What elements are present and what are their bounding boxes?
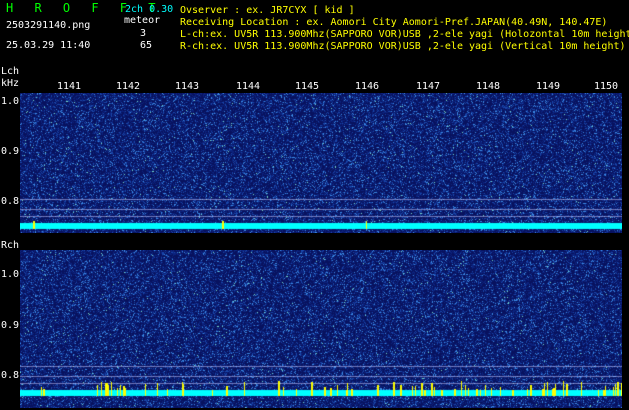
rch-label: Rch bbox=[1, 240, 20, 251]
time-tick: 1148 bbox=[475, 81, 501, 92]
time-tick: 1150 bbox=[593, 81, 619, 92]
filename-label: 2503291140.png bbox=[6, 20, 91, 31]
rch-info-line: R-ch:ex. UV5R 113.900Mhz(SAPPORO VOR)USB… bbox=[180, 41, 626, 52]
time-tick: 1144 bbox=[235, 81, 261, 92]
time-tick: 1141 bbox=[56, 81, 82, 92]
lch-info-line: L-ch:ex. UV5R 113.900Mhz(SAPPORO VOR)USB… bbox=[180, 29, 629, 40]
meteor-label: meteor bbox=[124, 15, 161, 26]
location-line: Receiving Location : ex. Aomori City Aom… bbox=[180, 17, 608, 28]
time-tick: 1142 bbox=[115, 81, 141, 92]
lch-label: Lch bbox=[1, 66, 20, 77]
observer-line: Ovserver : ex. JR7CYX [ kid ] bbox=[180, 5, 355, 16]
rch-ytick: 1.0 bbox=[1, 269, 20, 280]
khz-unit-label: kHz bbox=[1, 78, 20, 89]
time-tick: 1149 bbox=[535, 81, 561, 92]
meteor-count-lch: 3 bbox=[140, 28, 147, 39]
lch-ytick: 0.9 bbox=[1, 146, 20, 157]
rch-ytick: 0.8 bbox=[1, 370, 20, 381]
rch-spectrogram bbox=[20, 250, 622, 408]
time-tick: 1147 bbox=[415, 81, 441, 92]
lch-ytick: 0.8 bbox=[1, 196, 20, 207]
lch-spectrogram bbox=[20, 93, 622, 233]
time-tick: 1143 bbox=[174, 81, 200, 92]
time-tick: 1146 bbox=[354, 81, 380, 92]
lch-ytick: 1.0 bbox=[1, 96, 20, 107]
rch-ytick: 0.9 bbox=[1, 320, 20, 331]
datetime-label: 25.03.29 11:40 bbox=[6, 40, 91, 51]
time-tick: 1145 bbox=[294, 81, 320, 92]
meteor-count-rch: 65 bbox=[140, 40, 153, 51]
